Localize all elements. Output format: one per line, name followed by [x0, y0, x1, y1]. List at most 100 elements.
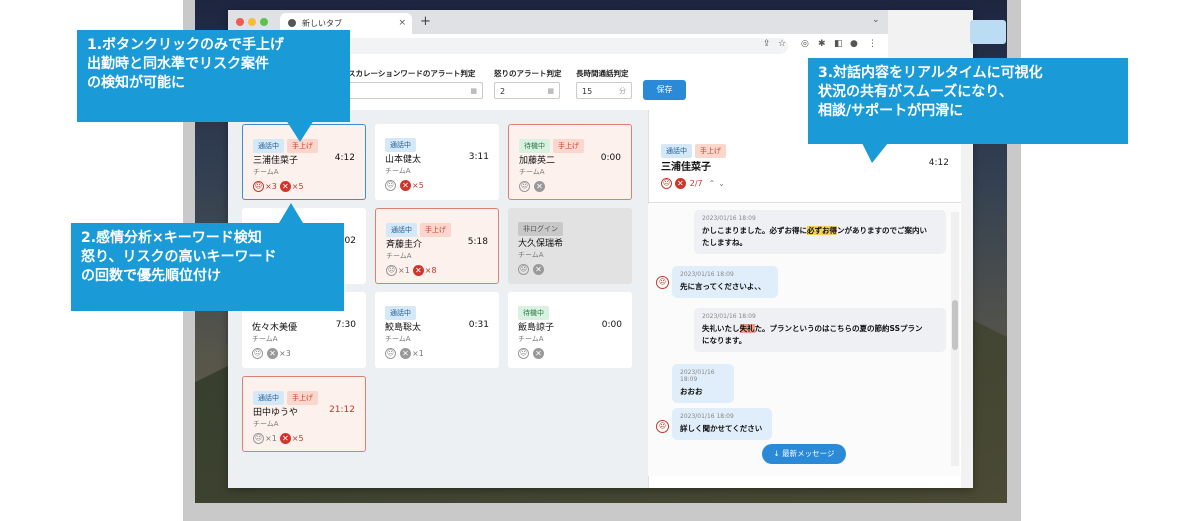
angry-face-icon: ☹	[656, 420, 669, 433]
long-call-label: 長時間通話判定	[576, 69, 629, 78]
close-window-dot[interactable]	[236, 18, 244, 26]
hand-raise-badge: 手上げ	[287, 391, 318, 405]
address-bar[interactable]	[338, 38, 788, 54]
close-tab-icon[interactable]: ×	[398, 13, 406, 34]
prev-alert-icon[interactable]: ⌃	[709, 179, 716, 188]
menu-kebab-icon[interactable]: ⋮	[868, 39, 877, 49]
chat-scrollbar[interactable]	[951, 212, 959, 466]
risk-x-icon: ✕	[400, 180, 411, 191]
operator-card[interactable]: 通話中 鮫島聡太 0:31 チームA ☹ ✕ ×1	[375, 292, 499, 368]
keyword-highlight: 失礼	[739, 324, 755, 333]
call-time: 0:31	[468, 320, 489, 330]
risk-x-icon: ✕	[533, 264, 544, 275]
operator-card[interactable]: 待機中 手上げ 加藤英二 0:00 チームA ☹ ✕	[508, 124, 632, 200]
hand-raise-badge: 手上げ	[695, 144, 726, 158]
call-time: 7:30	[335, 320, 356, 330]
risk-x-icon: ✕	[279, 181, 291, 192]
panel-operator-name: 三浦佳菜子	[661, 162, 711, 173]
team-label: チームA	[519, 168, 545, 176]
extensions-icon[interactable]: ✱	[818, 39, 826, 49]
operator-name: 鮫島聡太	[385, 323, 422, 333]
risk-x-icon: ✕	[674, 178, 686, 189]
neutral-face-icon: ☹	[519, 181, 530, 192]
team-label: チームA	[518, 251, 544, 259]
call-time: 21:12	[329, 405, 355, 415]
neutral-face-icon: ☹	[253, 433, 264, 444]
operator-name: 田中ゆうや	[253, 408, 299, 418]
minimize-window-dot[interactable]	[248, 18, 256, 26]
operator-card[interactable]: 待機中 飯島諒子 0:00 チームA ☹ ✕	[508, 292, 632, 368]
tab-search-chevron-icon[interactable]: ⌄	[872, 15, 880, 25]
team-label: チームA	[252, 335, 278, 343]
customer-message: 2023/01/16 18:09 おおお	[672, 364, 734, 403]
background-window-tile	[970, 20, 1006, 44]
team-label: チームA	[253, 168, 279, 176]
keyword-highlight: 必ずお得	[807, 226, 837, 235]
operator-card[interactable]: 非ログイン 大久保瑞希 チームA ☹ ✕	[508, 208, 632, 284]
maximize-window-dot[interactable]	[260, 18, 268, 26]
operator-name: 佐々木美優	[252, 323, 298, 333]
status-badge: 通話中	[661, 144, 692, 158]
chrome-icon	[288, 19, 296, 27]
bookmark-star-icon[interactable]: ☆	[778, 39, 786, 49]
anger-label: 怒りのアラート判定	[494, 69, 562, 78]
anger-input[interactable]: 2 ▦	[494, 82, 560, 99]
status-badge: 通話中	[385, 306, 416, 320]
status-badge: 通話中	[386, 223, 417, 237]
neutral-face-icon: ☹	[518, 348, 529, 359]
alert-counter: 2/7	[689, 179, 703, 188]
hand-raise-badge: 手上げ	[420, 223, 451, 237]
new-tab-icon[interactable]: +	[420, 13, 431, 31]
operator-name: 三浦佳菜子	[253, 156, 299, 166]
team-label: チームA	[386, 252, 412, 260]
status-badge: 通話中	[385, 138, 416, 152]
camera-icon[interactable]: ◎	[801, 39, 809, 49]
sidepanel-icon[interactable]: ◧	[834, 39, 843, 49]
neutral-face-icon: ☹	[385, 180, 396, 191]
operator-name: 加藤英二	[519, 156, 556, 166]
operator-name: 飯島諒子	[518, 323, 555, 333]
profile-avatar-icon[interactable]: ●	[850, 39, 858, 49]
panel-call-time: 4:12	[928, 158, 949, 168]
call-time: 0:00	[601, 320, 622, 330]
escalation-input[interactable]: ▦	[348, 82, 483, 99]
angry-face-icon: ☹	[656, 276, 669, 289]
risk-x-icon: ✕	[279, 433, 291, 444]
status-badge: 待機中	[518, 306, 549, 320]
share-icon[interactable]: ⇪	[763, 39, 771, 49]
risk-x-icon: ✕	[412, 265, 424, 276]
status-badge: 通話中	[253, 139, 284, 153]
operator-card[interactable]: 通話中 手上げ 斉藤圭介 5:18 チームA ☹ ×1 ✕ ×8	[375, 208, 499, 284]
callout-visualization: 3.対話内容をリアルタイムに可視化 状況の共有がスムーズになり、 相談/サポート…	[808, 58, 1128, 144]
neutral-face-icon: ☹	[385, 348, 396, 359]
team-label: チームA	[518, 335, 544, 343]
team-label: チームA	[253, 420, 279, 428]
callout-emotion-analysis: 2.感情分析×キーワード検知 怒り、リスクの高いキーワード の回数で優先順位付け	[71, 223, 344, 311]
save-button[interactable]: 保存	[643, 80, 686, 100]
agent-message: 2023/01/16 18:09 かしこまりました。必ずお得に必ずお得ンがありま…	[694, 210, 946, 254]
call-time: 02	[344, 236, 356, 246]
latest-message-button[interactable]: ↓ 最新メッセージ	[762, 444, 846, 464]
chat-log[interactable]: 2023/01/16 18:09 かしこまりました。必ずお得に必ずお得ンがありま…	[648, 204, 960, 476]
callout-pointer	[279, 203, 303, 223]
agent-message: 2023/01/16 18:09 失礼いたし失礼た。プランというのはこちらの夏の…	[694, 308, 946, 352]
call-time: 4:12	[334, 153, 355, 163]
risk-x-icon: ✕	[400, 348, 411, 359]
risk-x-icon: ✕	[534, 181, 545, 192]
call-time: 5:18	[467, 237, 488, 247]
callout-hand-raise: 1.ボタンクリックのみで手上げ 出勤時と同水準でリスク案件 の検知が可能に	[77, 30, 350, 122]
escalation-label: スカレーションワードのアラート判定	[348, 69, 476, 78]
risk-x-icon: ✕	[267, 348, 278, 359]
next-alert-icon[interactable]: ⌄	[718, 179, 725, 188]
team-label: チームA	[385, 167, 411, 175]
status-badge: 非ログイン	[518, 222, 563, 236]
neutral-face-icon: ☹	[518, 264, 529, 275]
callout-pointer	[862, 143, 888, 163]
customer-message: 2023/01/16 18:09 先に言ってくださいよ、、	[672, 266, 778, 298]
angry-face-icon: ☹	[661, 178, 672, 189]
operator-card[interactable]: 通話中 手上げ 田中ゆうや 21:12 チームA ☹ ×1 ✕ ×5	[242, 376, 366, 452]
risk-x-icon: ✕	[533, 348, 544, 359]
operator-card[interactable]: 通話中 山本健太 3:11 チームA ☹ ✕ ×5	[375, 124, 499, 200]
callout-pointer	[286, 120, 314, 142]
long-call-input[interactable]: 15 分	[576, 82, 632, 99]
